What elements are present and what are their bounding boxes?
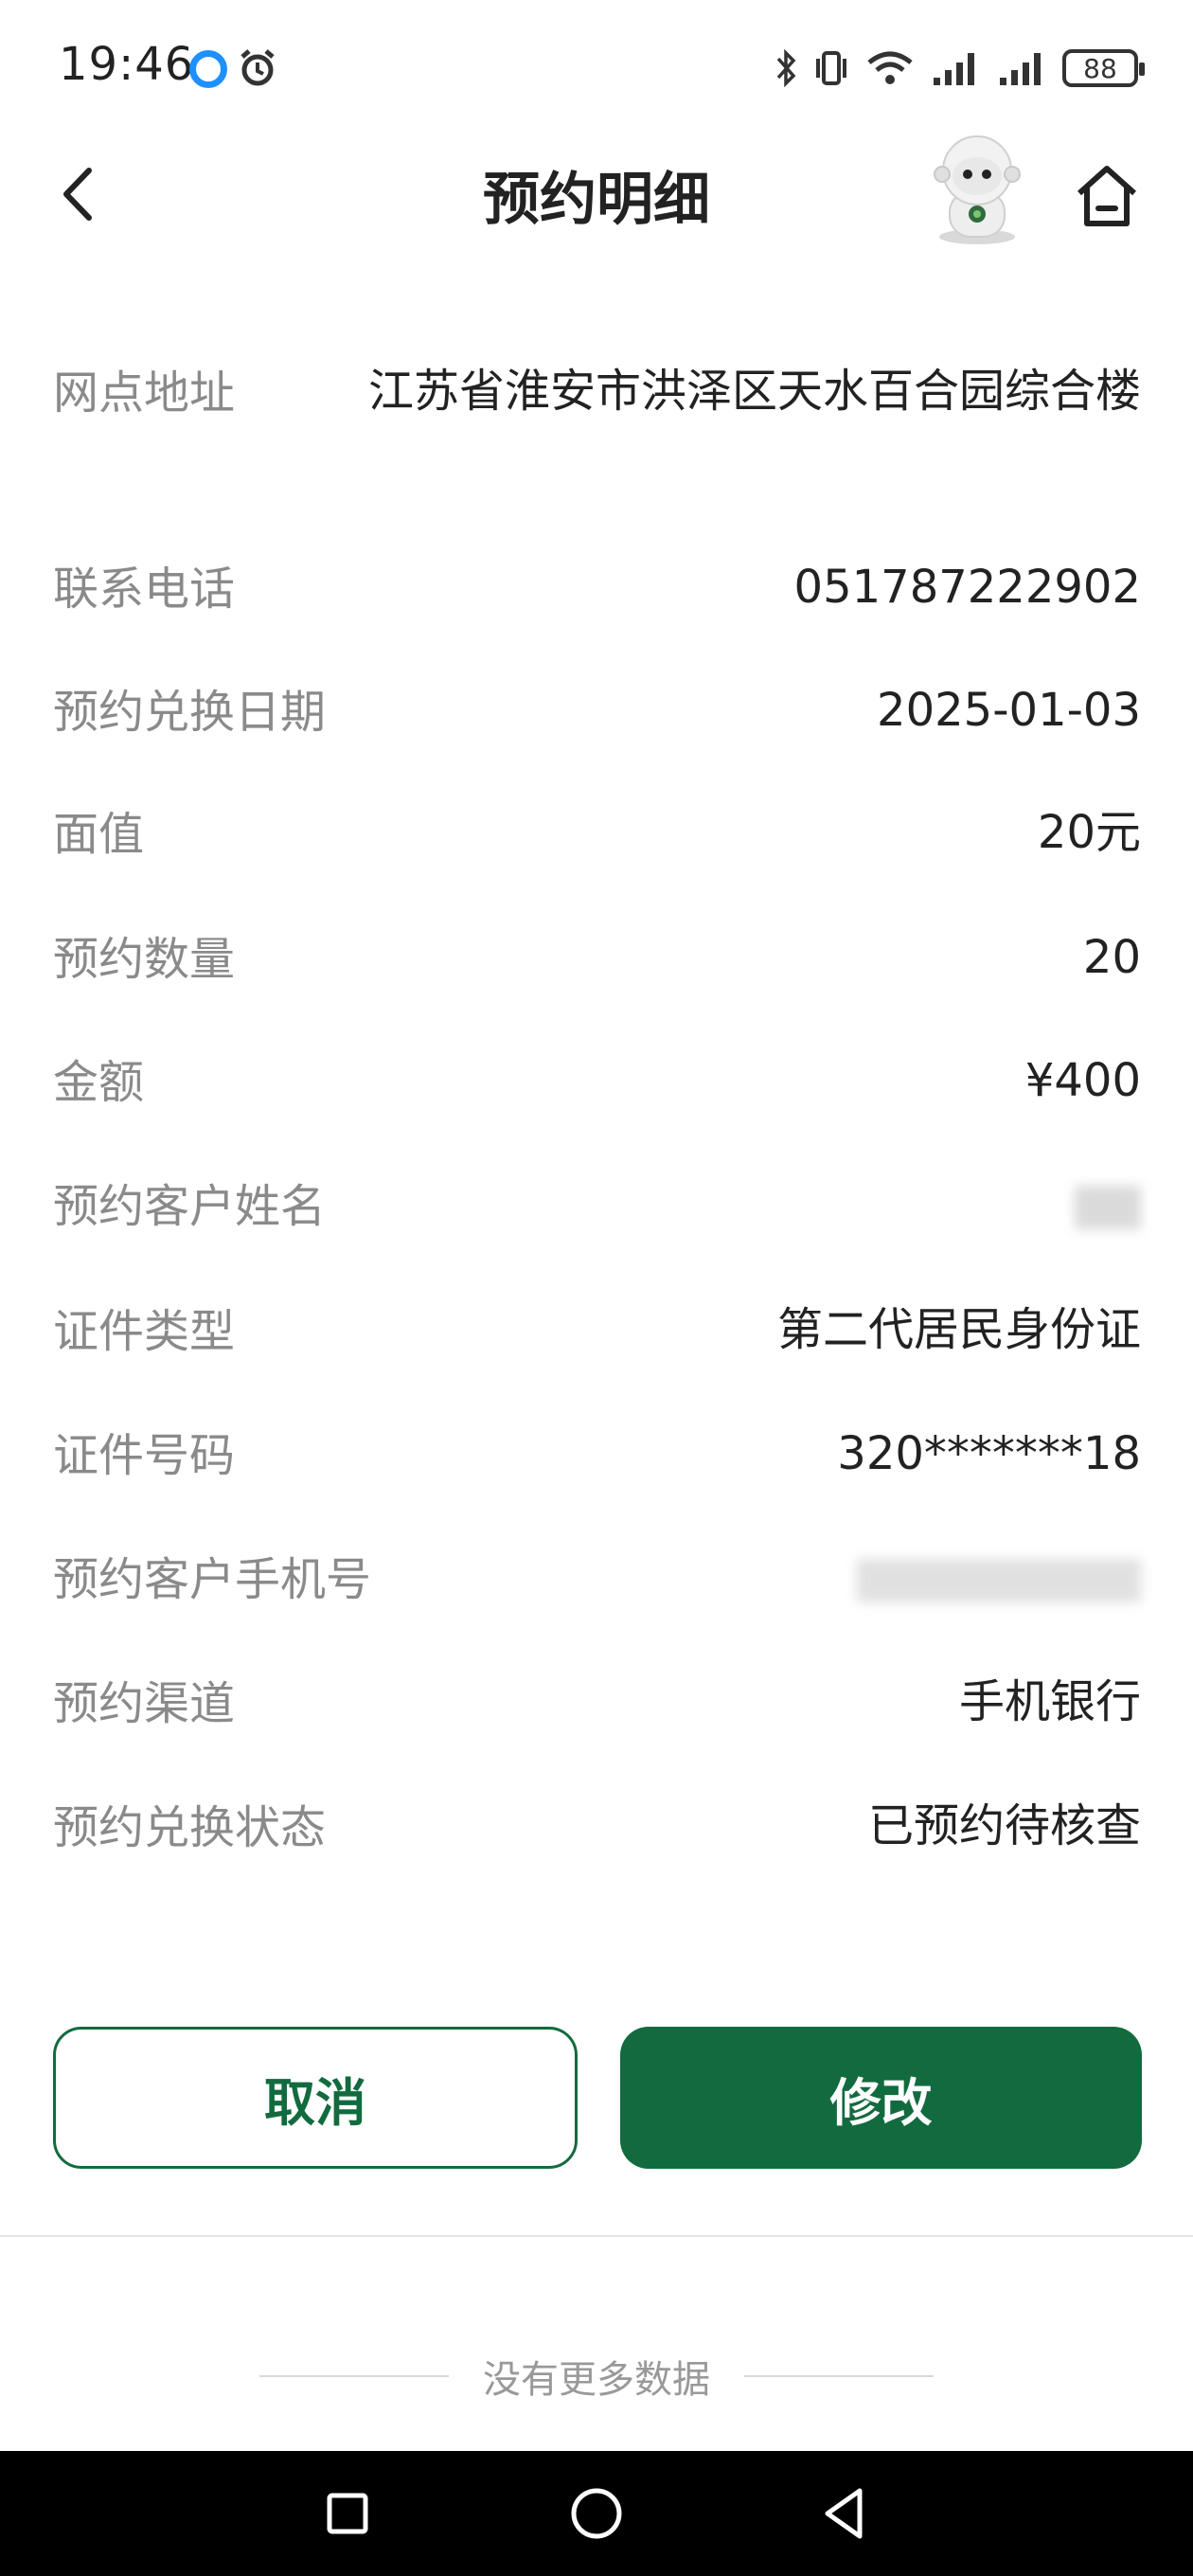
detail-value-redacted [857,1542,1141,1614]
detail-value: 20 [1082,931,1141,984]
detail-row-customer-phone: 预约客户手机号 [53,1542,1141,1614]
divider [0,2235,1193,2237]
detail-label: 联系电话 [53,563,236,616]
detail-value: 江苏省淮安市洪泽区天水百合园综合楼 [367,365,1141,418]
detail-value: 051787222902 [793,561,1141,614]
modify-button[interactable]: 修改 [620,2027,1142,2169]
status-bar: 19:46 88 [0,0,1193,133]
cancel-button[interactable]: 取消 [53,2027,578,2169]
bluetooth-icon [776,48,796,88]
signal-icon [934,53,974,85]
detail-label: 面值 [53,808,145,861]
nav-circle-icon[interactable] [559,2476,634,2551]
divider-line [744,2375,934,2377]
detail-row-customer-name: 预约客户姓名 [53,1169,1141,1241]
detail-value: 第二代居民身份证 [776,1303,1141,1356]
notification-ring-icon [189,50,227,88]
detail-value: 20元 [1037,806,1141,859]
detail-value: ¥400 [1024,1054,1141,1107]
detail-row-amount: 金额 ¥400 [53,1045,1141,1117]
mascot-avatar[interactable] [923,133,1032,251]
nav-square-icon[interactable] [310,2476,385,2551]
detail-value: 手机银行 [958,1675,1141,1728]
no-more-data: 没有更多数据 [0,2349,1193,2404]
detail-row-denomination: 面值 20元 [53,796,1141,868]
status-icons: 88 [775,44,1145,93]
wifi-icon [867,51,913,84]
detail-value: 320*******18 [837,1427,1141,1480]
detail-label: 预约客户手机号 [53,1553,372,1606]
signal-icon [1000,53,1041,85]
detail-value-redacted [1075,1169,1141,1241]
detail-label: 预约客户姓名 [53,1180,327,1233]
detail-row-quantity: 预约数量 20 [53,921,1141,993]
detail-row-address: 网点地址 江苏省淮安市洪泽区天水百合园综合楼 [53,355,1141,427]
no-more-data-text: 没有更多数据 [483,2358,710,2402]
redaction-blur [857,1559,1141,1602]
divider-line [259,2375,449,2377]
nav-triangle-icon[interactable] [807,2476,882,2551]
detail-row-phone: 联系电话 051787222902 [53,551,1141,623]
alarm-icon [240,49,275,86]
system-nav-bar [0,2451,1193,2576]
page-header: 预约明细 [0,133,1193,256]
detail-label: 证件号码 [53,1429,236,1482]
detail-label: 预约兑换日期 [53,686,327,739]
vibrate-icon [816,51,846,85]
detail-label: 预约渠道 [53,1677,236,1730]
battery-level: 88 [1083,52,1117,84]
redaction-blur [1075,1186,1141,1229]
detail-value: 2025-01-03 [877,684,1141,737]
detail-row-id-type: 证件类型 第二代居民身份证 [53,1294,1141,1366]
detail-label: 网点地址 [53,367,236,420]
detail-value: 已预约待核查 [867,1799,1141,1852]
detail-row-channel: 预约渠道 手机银行 [53,1666,1141,1738]
battery-icon: 88 [1062,49,1145,87]
detail-row-status: 预约兑换状态 已预约待核查 [53,1790,1141,1862]
detail-row-id-number: 证件号码 320*******18 [53,1418,1141,1490]
detail-label: 预约数量 [53,933,236,986]
detail-row-date: 预约兑换日期 2025-01-03 [53,674,1141,746]
home-icon[interactable] [1070,159,1144,233]
detail-label: 证件类型 [53,1305,236,1358]
detail-label: 金额 [53,1056,145,1109]
status-time: 19:46 [59,38,195,91]
detail-label: 预约兑换状态 [53,1801,327,1854]
